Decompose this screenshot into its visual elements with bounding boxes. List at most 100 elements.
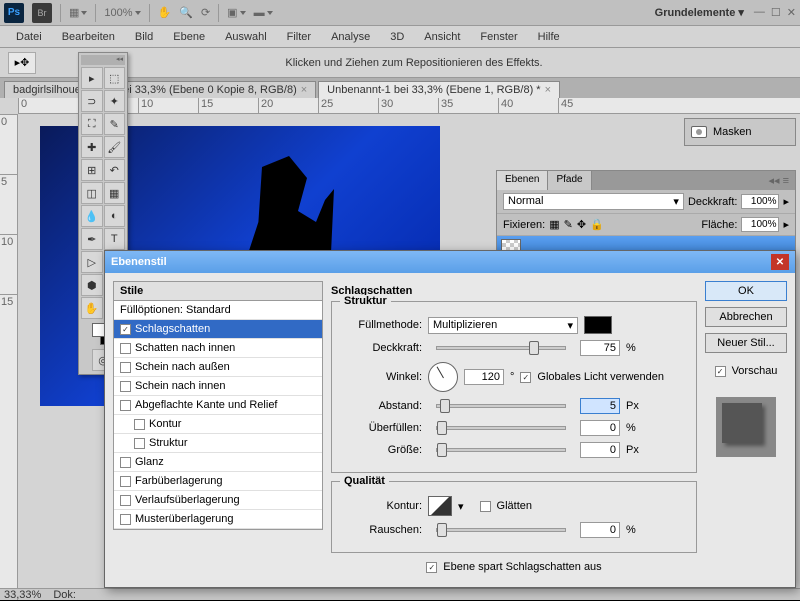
checkbox[interactable] (120, 514, 131, 525)
blend-select[interactable]: Multiplizieren▾ (428, 317, 578, 334)
chevron-icon[interactable]: ▸ (783, 195, 789, 208)
menu-fenster[interactable]: Fenster (472, 29, 525, 45)
pen-tool[interactable]: ✒ (81, 228, 103, 250)
spread-slider[interactable] (436, 426, 566, 430)
minimize-icon[interactable]: — (754, 6, 765, 19)
color-swatch[interactable] (584, 316, 612, 334)
stamp-tool[interactable]: ⊞ (81, 159, 103, 181)
brush-tool[interactable]: 🖌 (104, 136, 126, 158)
size-slider[interactable] (436, 448, 566, 452)
fill-input[interactable]: 100% (741, 217, 779, 232)
checkbox[interactable]: ✓ (120, 324, 131, 335)
angle-input[interactable]: 120 (464, 369, 504, 385)
tab-ebenen[interactable]: Ebenen (497, 171, 548, 190)
list-item[interactable]: Schatten nach innen (114, 339, 322, 358)
type-tool[interactable]: T (104, 228, 126, 250)
checkbox[interactable] (120, 495, 131, 506)
checkbox[interactable] (120, 362, 131, 373)
blur-tool[interactable]: 💧 (81, 205, 103, 227)
noise-slider[interactable] (436, 528, 566, 532)
angle-dial[interactable] (428, 362, 458, 392)
list-item[interactable]: Verlaufsüberlagerung (114, 491, 322, 510)
marquee-tool[interactable]: ⬚ (104, 67, 126, 89)
screen-dropdown[interactable]: ▬ (254, 7, 273, 19)
menu-analyse[interactable]: Analyse (323, 29, 378, 45)
tab-1[interactable]: badgirlsilhouette.psd bei 33,3% (Ebene 0… (4, 81, 316, 98)
ruler-v[interactable]: 051015 (0, 114, 18, 588)
checkbox[interactable] (120, 343, 131, 354)
opacity-slider[interactable] (436, 346, 566, 350)
new-style-button[interactable]: Neuer Stil... (705, 333, 787, 353)
tab-pfade[interactable]: Pfade (548, 171, 591, 190)
list-item[interactable]: ✓Schlagschatten (114, 320, 322, 339)
menu-auswahl[interactable]: Auswahl (217, 29, 275, 45)
checkbox[interactable] (120, 476, 131, 487)
noise-input[interactable]: 0 (580, 522, 620, 538)
wand-tool[interactable]: ✦ (104, 90, 126, 112)
ok-button[interactable]: OK (705, 281, 787, 301)
bridge-icon[interactable]: Br (32, 3, 52, 23)
spread-input[interactable]: 0 (580, 420, 620, 436)
gradient-tool[interactable]: ▦ (104, 182, 126, 204)
distance-slider[interactable] (436, 404, 566, 408)
path-tool[interactable]: ▷ (81, 251, 103, 273)
cancel-button[interactable]: Abbrechen (705, 307, 787, 327)
rotate-icon[interactable]: ⟳ (201, 6, 210, 19)
checkbox[interactable]: ✓ (426, 562, 437, 573)
masks-panel[interactable]: Masken (684, 118, 796, 146)
checkbox[interactable] (480, 501, 491, 512)
blend-mode-select[interactable]: Normal▾ (503, 193, 684, 210)
menu-filter[interactable]: Filter (279, 29, 319, 45)
close-icon[interactable]: ✕ (787, 6, 796, 19)
menu-3d[interactable]: 3D (382, 29, 412, 45)
ruler-h[interactable]: 051015202530354045 (18, 98, 800, 114)
3d-tool[interactable]: ⬢ (81, 274, 103, 296)
stile-header[interactable]: Stile (113, 281, 323, 301)
close-icon[interactable]: ✕ (771, 254, 789, 270)
hand-tool[interactable]: ✋ (81, 297, 103, 319)
list-item[interactable]: Struktur (114, 434, 322, 453)
close-icon[interactable]: × (545, 84, 551, 96)
toolbox-grip[interactable] (81, 55, 125, 65)
list-item[interactable]: Kontur (114, 415, 322, 434)
distance-input[interactable]: 5 (580, 398, 620, 414)
menu-ansicht[interactable]: Ansicht (416, 29, 468, 45)
lasso-tool[interactable]: ⊃ (81, 90, 103, 112)
eyedropper-tool[interactable]: ✎ (104, 113, 126, 135)
menu-bild[interactable]: Bild (127, 29, 161, 45)
checkbox[interactable]: ✓ (520, 372, 531, 383)
contour-picker[interactable] (428, 496, 452, 516)
hand-icon[interactable]: ✋ (158, 6, 172, 19)
arrange-dropdown[interactable]: ▣ (227, 6, 245, 19)
chevron-icon[interactable]: ▸ (783, 218, 789, 231)
size-input[interactable]: 0 (580, 442, 620, 458)
menu-ebene[interactable]: Ebene (165, 29, 213, 45)
checkbox[interactable] (120, 381, 131, 392)
menu-hilfe[interactable]: Hilfe (530, 29, 568, 45)
maximize-icon[interactable]: ☐ (771, 6, 781, 19)
zoom-dropdown[interactable]: 100% (104, 7, 140, 19)
menu-bearbeiten[interactable]: Bearbeiten (54, 29, 123, 45)
lock-all-icon[interactable]: 🔒 (590, 218, 604, 231)
checkbox[interactable]: ✓ (715, 366, 726, 377)
lock-brush-icon[interactable]: ✎ (564, 218, 573, 231)
tab-2[interactable]: Unbenannt-1 bei 33,3% (Ebene 1, RGB/8) *… (318, 81, 560, 98)
heal-tool[interactable]: ✚ (81, 136, 103, 158)
dodge-tool[interactable]: ◐ (104, 205, 126, 227)
list-item[interactable]: Füllöptionen: Standard (114, 301, 322, 320)
list-item[interactable]: Schein nach innen (114, 377, 322, 396)
list-item[interactable]: Abgeflachte Kante und Relief (114, 396, 322, 415)
zoom-icon[interactable]: 🔍 (179, 6, 193, 19)
lock-pixels-icon[interactable]: ▦ (549, 218, 559, 231)
list-item[interactable]: Farbüberlagerung (114, 472, 322, 491)
list-item[interactable]: Glanz (114, 453, 322, 472)
panel-menu-icon[interactable]: ◂◂ ≡ (762, 171, 795, 190)
eraser-tool[interactable]: ◫ (81, 182, 103, 204)
checkbox[interactable] (134, 438, 145, 449)
dialog-titlebar[interactable]: Ebenenstil ✕ (105, 251, 795, 273)
close-icon[interactable]: × (301, 84, 307, 96)
opacity-input[interactable]: 75 (580, 340, 620, 356)
menu-datei[interactable]: Datei (8, 29, 50, 45)
move-tool-options[interactable]: ▸✥ (8, 52, 36, 74)
status-zoom[interactable]: 33,33% (4, 589, 41, 601)
